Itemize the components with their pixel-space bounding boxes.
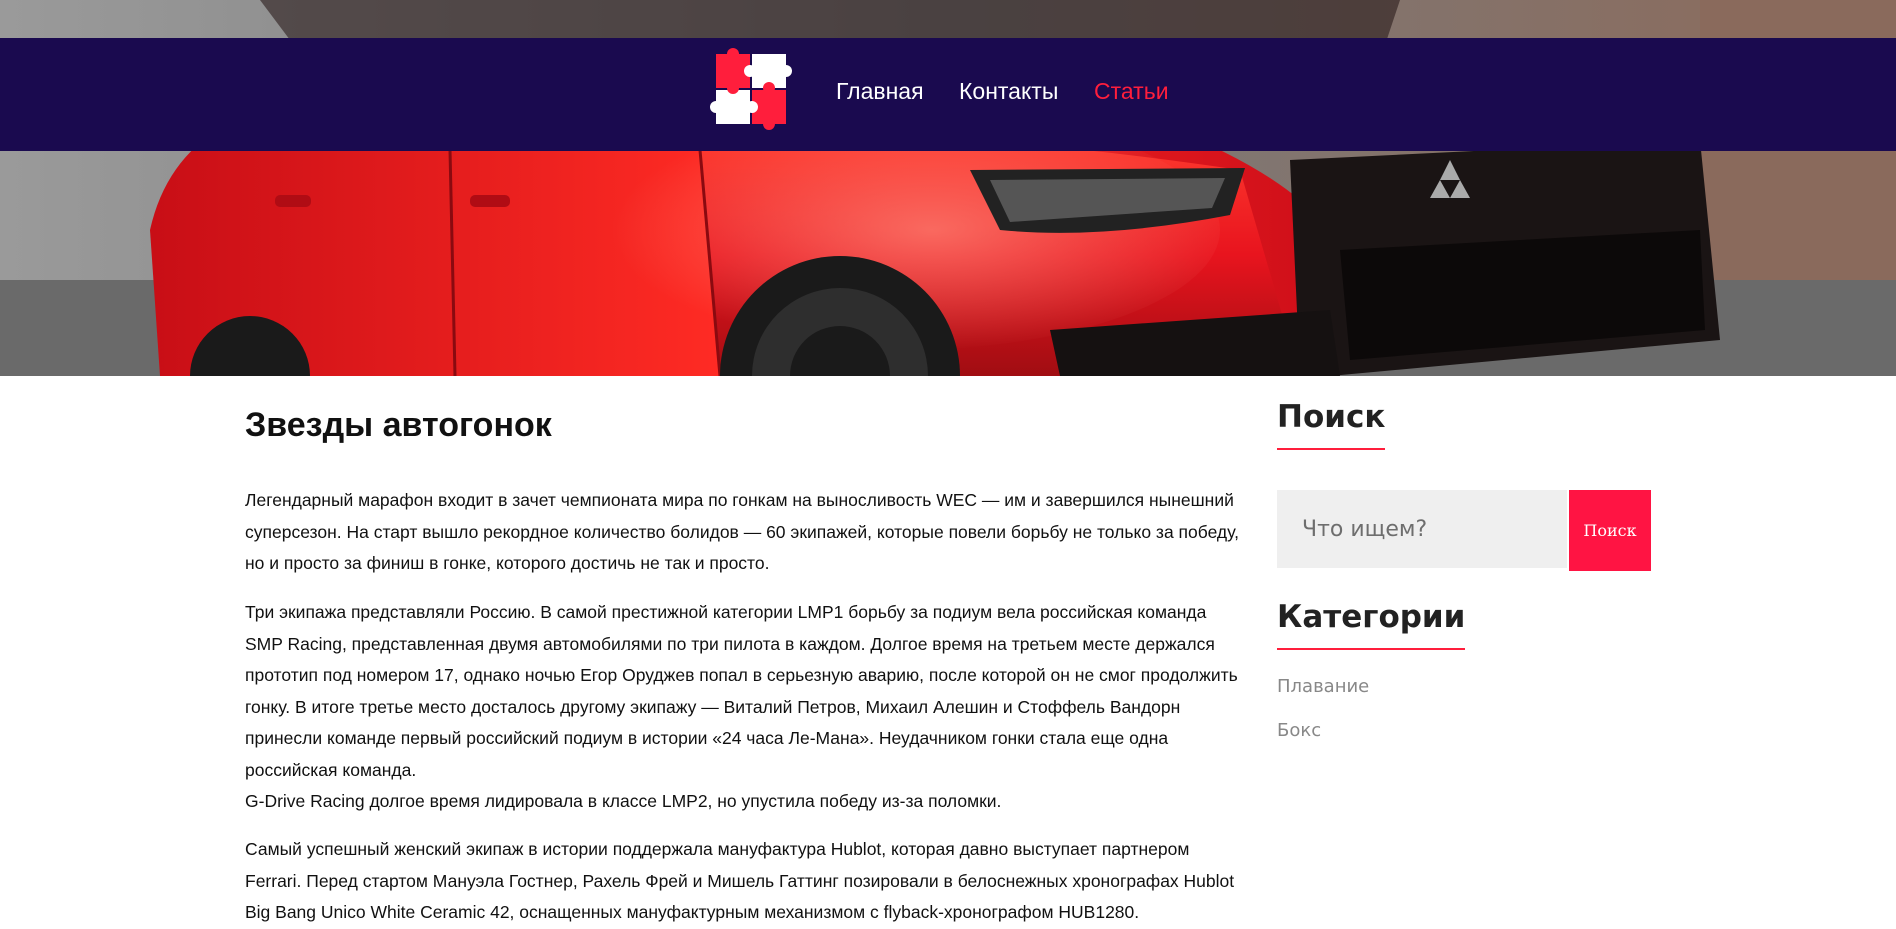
article-paragraph: Легендарный марафон входит в зачет чемпи… <box>245 490 1240 573</box>
main-navbar: Главная Контакты Статьи <box>0 38 1896 151</box>
nav-link-contacts[interactable]: Контакты <box>959 80 1058 103</box>
search-input[interactable] <box>1277 490 1567 568</box>
article: Звезды автогонок Легендарный марафон вхо… <box>245 405 1245 922</box>
search-button[interactable]: Поиск <box>1569 490 1651 571</box>
nav-link-home[interactable]: Главная <box>836 80 924 103</box>
article-title: Звезды автогонок <box>245 406 552 444</box>
puzzle-logo-icon[interactable] <box>710 48 792 130</box>
nav-link-articles[interactable]: Статьи <box>1094 80 1169 103</box>
categories-list: Плавание Бокс <box>1277 675 1369 763</box>
article-paragraph: Три экипажа представляли Россию. В самой… <box>245 602 1238 780</box>
article-paragraph: Самый успешный женский экипаж в истории … <box>245 839 1235 922</box>
article-paragraph: G-Drive Racing долгое время лидировала в… <box>245 791 1002 811</box>
category-item: Бокс <box>1277 719 1369 763</box>
category-link-swimming[interactable]: Плавание <box>1277 676 1369 697</box>
categories-widget: Категории <box>1277 600 1466 651</box>
categories-widget-title: Категории <box>1277 600 1466 651</box>
search-widget-title: Поиск <box>1277 400 1386 451</box>
category-link-boxing[interactable]: Бокс <box>1277 720 1321 741</box>
sidebar: Поиск Поиск Категории Плавание Бокс <box>1277 400 1657 741</box>
category-item: Плавание <box>1277 675 1369 719</box>
search-form: Поиск <box>1277 490 1651 571</box>
article-paragraph-group: Три экипажа представляли Россию. В самой… <box>245 597 1245 818</box>
